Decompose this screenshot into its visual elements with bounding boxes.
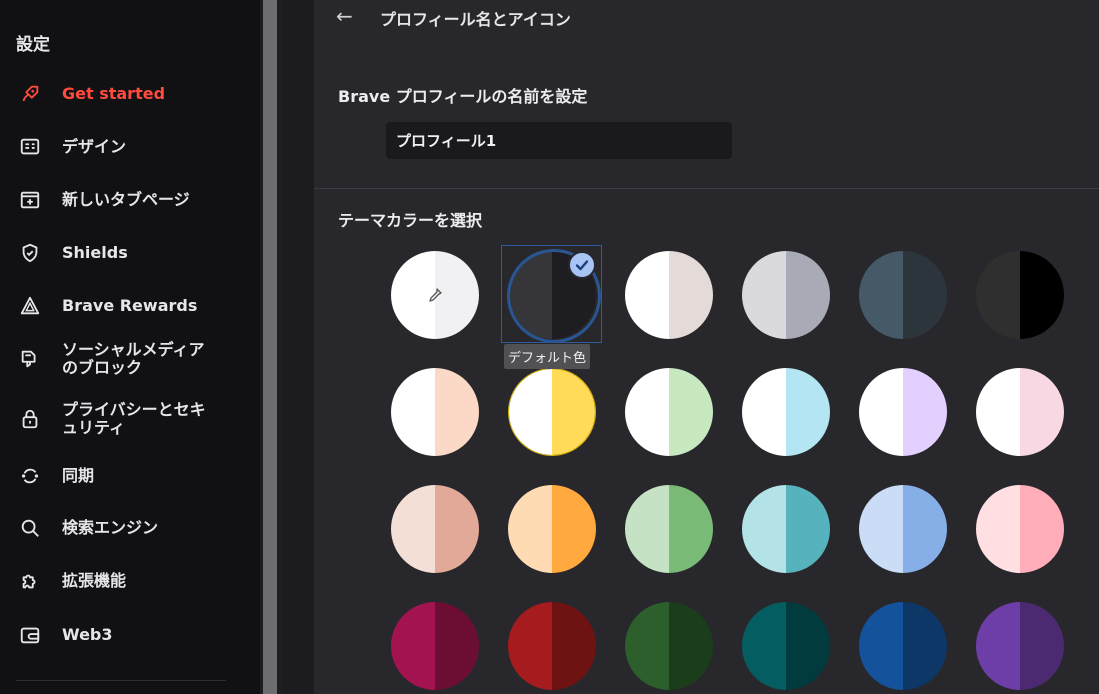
sidebar-item-8[interactable]: 検索エンジン — [0, 514, 260, 542]
settings-sidebar: 設定 Get started デザイン新しいタブページ Shields Brave R… — [0, 0, 260, 694]
sidebar-item-10[interactable]: Web3 — [0, 621, 260, 649]
section-divider — [314, 188, 1099, 189]
theme-swatch[interactable] — [508, 602, 596, 690]
back-arrow-icon[interactable]: ← — [336, 4, 353, 28]
sidebar-item-label: Shields — [62, 243, 128, 262]
sidebar-item-label: 同期 — [62, 466, 95, 485]
theme-swatch[interactable] — [625, 251, 713, 339]
theme-swatch[interactable] — [625, 368, 713, 456]
theme-swatch[interactable] — [742, 602, 830, 690]
sidebar-item-label: 拡張機能 — [62, 571, 127, 590]
sync-icon — [18, 464, 42, 488]
sidebar-item-label: Brave Rewards — [62, 296, 198, 315]
theme-swatch[interactable] — [508, 368, 596, 456]
theme-swatch[interactable] — [508, 485, 596, 573]
sidebar-divider — [16, 680, 226, 681]
puzzle-icon — [18, 569, 42, 593]
theme-swatch[interactable] — [742, 485, 830, 573]
theme-swatch[interactable] — [625, 485, 713, 573]
sidebar-item-6[interactable]: プライバシーとセキ ュリティ — [0, 401, 260, 437]
sidebar-item-label: ソーシャルメディア のブロック — [62, 340, 205, 377]
sidebar-item-2[interactable]: 新しいタブページ — [0, 186, 260, 214]
sidebar-item-label: 新しいタブページ — [62, 190, 190, 209]
sidebar-item-5[interactable]: ソーシャルメディア のブロック — [0, 341, 260, 377]
sidebar-item-label: 検索エンジン — [62, 518, 159, 537]
theme-swatch[interactable] — [976, 251, 1064, 339]
search-icon — [18, 516, 42, 540]
wallet-icon — [18, 623, 42, 647]
sidebar-item-label: デザイン — [62, 137, 127, 156]
swatch-tooltip: デフォルト色 — [504, 344, 591, 369]
eyedropper-icon — [391, 251, 479, 339]
sidebar-item-label: Get started — [62, 84, 166, 103]
sidebar-item-0[interactable]: Get started — [0, 80, 260, 108]
theme-swatch[interactable] — [976, 368, 1064, 456]
page-title: プロフィール名とアイコン — [380, 10, 571, 29]
sidebar-title: 設定 — [16, 35, 50, 55]
theme-swatch[interactable] — [859, 485, 947, 573]
theme-swatch[interactable] — [625, 602, 713, 690]
theme-swatch[interactable] — [742, 368, 830, 456]
new-tab-icon — [18, 188, 42, 212]
sidebar-item-1[interactable]: デザイン — [0, 133, 260, 161]
shield-icon — [18, 241, 42, 265]
rewards-triangle-icon — [18, 294, 42, 318]
sidebar-item-4[interactable]: Brave Rewards — [0, 292, 260, 320]
profile-name-input[interactable] — [386, 122, 732, 159]
theme-color-heading: テーマカラーを選択 — [338, 211, 483, 230]
scrollbar-thumb[interactable] — [263, 0, 277, 694]
sidebar-item-9[interactable]: 拡張機能 — [0, 567, 260, 595]
sidebar-item-3[interactable]: Shields — [0, 239, 260, 267]
theme-swatch[interactable] — [391, 602, 479, 690]
theme-swatch[interactable] — [742, 251, 830, 339]
sidebar-item-label: Web3 — [62, 625, 113, 644]
check-icon — [568, 251, 596, 279]
theme-swatch[interactable] — [391, 368, 479, 456]
thumbs-down-icon — [18, 347, 42, 371]
rocket-icon — [18, 82, 42, 106]
theme-swatch[interactable] — [391, 485, 479, 573]
profile-settings-panel: ← プロフィール名とアイコン Brave プロフィールの名前を設定 テーマカラー… — [314, 0, 1099, 694]
theme-swatch[interactable] — [976, 485, 1064, 573]
theme-swatch[interactable] — [976, 602, 1064, 690]
theme-swatch[interactable] — [859, 368, 947, 456]
sidebar-item-label: プライバシーとセキ ュリティ — [62, 400, 206, 437]
gutter — [282, 0, 314, 694]
theme-swatch[interactable] — [391, 251, 479, 339]
theme-swatch[interactable] — [859, 602, 947, 690]
appearance-icon — [18, 135, 42, 159]
sidebar-item-7[interactable]: 同期 — [0, 462, 260, 490]
lock-icon — [18, 407, 42, 431]
theme-swatch[interactable] — [859, 251, 947, 339]
profile-name-heading: Brave プロフィールの名前を設定 — [338, 87, 588, 106]
